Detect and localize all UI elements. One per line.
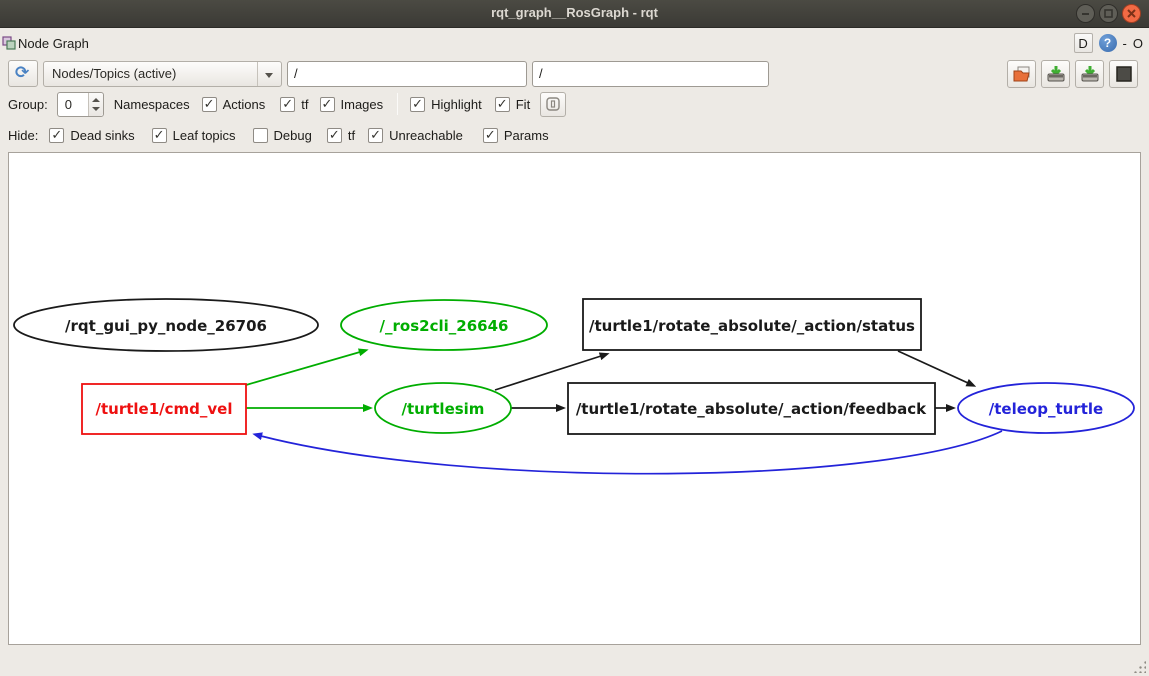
refresh-button[interactable] bbox=[8, 60, 38, 87]
hide-label: Hide: bbox=[8, 128, 38, 143]
plugin-title: Node Graph bbox=[18, 36, 89, 51]
checkbox-tf[interactable]: tf bbox=[280, 97, 308, 112]
save-image-button[interactable] bbox=[1075, 60, 1104, 88]
svg-text:/teleop_turtle: /teleop_turtle bbox=[989, 400, 1103, 418]
close-icon[interactable] bbox=[1122, 4, 1141, 23]
debug-checkbox[interactable] bbox=[253, 128, 268, 143]
spinner-arrows-icon[interactable] bbox=[88, 93, 103, 116]
checkbox-unreachable[interactable]: Unreachable bbox=[368, 128, 463, 143]
node-ros2cli[interactable]: /_ros2cli_26646 bbox=[341, 300, 547, 350]
resize-grip[interactable] bbox=[1133, 660, 1146, 673]
checkbox-params[interactable]: Params bbox=[483, 128, 549, 143]
main-toolbar: Nodes/Topics (active) bbox=[0, 58, 1149, 89]
node-graph-svg: /rqt_gui_py_node_26706 /_ros2cli_26646 /… bbox=[9, 153, 1140, 644]
svg-text:/turtle1/cmd_vel: /turtle1/cmd_vel bbox=[96, 400, 233, 418]
node-graph-icon bbox=[2, 36, 16, 53]
plugin-bar: Node Graph D ? - O bbox=[0, 29, 1149, 58]
checkbox-actions[interactable]: Actions bbox=[202, 97, 266, 112]
checkbox-images[interactable]: Images bbox=[320, 97, 384, 112]
edge-status-to-teleop bbox=[898, 351, 968, 383]
checkbox-highlight[interactable]: Highlight bbox=[410, 97, 482, 112]
hide-toolbar: Hide: Dead sinks Leaf topics Debug tf Un… bbox=[0, 120, 1149, 150]
svg-text:/turtle1/rotate_absolute/_acti: /turtle1/rotate_absolute/_action/status bbox=[589, 317, 915, 335]
actions-checkbox[interactable] bbox=[202, 97, 217, 112]
svg-text:/turtlesim: /turtlesim bbox=[402, 400, 485, 418]
edge-cmdvel-to-ros2cli bbox=[246, 352, 360, 385]
save-dot-button[interactable] bbox=[1041, 60, 1070, 88]
node-rotate-absolute-status[interactable]: /turtle1/rotate_absolute/_action/status bbox=[583, 299, 921, 350]
dock-close-button[interactable]: O bbox=[1133, 36, 1143, 51]
fit-in-view-button[interactable] bbox=[540, 92, 566, 117]
svg-text:/turtle1/rotate_absolute/_acti: /turtle1/rotate_absolute/_action/feedbac… bbox=[576, 400, 927, 418]
toolbar-separator bbox=[397, 93, 398, 115]
save-as-image-icon bbox=[1081, 65, 1099, 82]
checkbox-debug[interactable]: Debug bbox=[253, 128, 312, 143]
leaf-topics-checkbox[interactable] bbox=[152, 128, 167, 143]
node-turtlesim[interactable]: /turtlesim bbox=[375, 383, 511, 433]
group-spinner[interactable]: 0 bbox=[57, 92, 104, 117]
open-folder-icon bbox=[1013, 66, 1031, 82]
window-controls bbox=[1076, 4, 1141, 23]
titlebar: rqt_graph__RosGraph - rqt bbox=[0, 0, 1149, 28]
node-filter-input[interactable] bbox=[287, 61, 527, 87]
group-label: Group: bbox=[8, 97, 48, 112]
help-icon[interactable]: ? bbox=[1099, 34, 1117, 52]
hide-tf-checkbox[interactable] bbox=[327, 128, 342, 143]
screenshot-button[interactable] bbox=[1109, 60, 1138, 88]
dark-square-icon bbox=[1116, 66, 1132, 82]
fit-checkbox[interactable] bbox=[495, 97, 510, 112]
fit-view-icon bbox=[546, 97, 560, 111]
node-teleop-turtle[interactable]: /teleop_turtle bbox=[958, 383, 1134, 433]
dock-controls: D ? - O bbox=[1074, 33, 1143, 53]
maximize-icon[interactable] bbox=[1099, 4, 1118, 23]
group-value: 0 bbox=[65, 97, 72, 112]
graph-canvas[interactable]: /rqt_gui_py_node_26706 /_ros2cli_26646 /… bbox=[8, 152, 1141, 645]
node-cmd-vel[interactable]: /turtle1/cmd_vel bbox=[82, 384, 246, 434]
checkbox-dead-sinks[interactable]: Dead sinks bbox=[49, 128, 134, 143]
namespaces-label: Namespaces bbox=[114, 97, 190, 112]
dock-minimize-button[interactable]: - bbox=[1123, 36, 1127, 51]
graph-type-value: Nodes/Topics (active) bbox=[52, 66, 176, 81]
unreachable-checkbox[interactable] bbox=[368, 128, 383, 143]
window-title: rqt_graph__RosGraph - rqt bbox=[0, 5, 1149, 20]
checkbox-fit[interactable]: Fit bbox=[495, 97, 530, 112]
dock-d-button[interactable]: D bbox=[1074, 33, 1093, 53]
chevron-down-icon bbox=[257, 62, 281, 86]
minimize-icon[interactable] bbox=[1076, 4, 1095, 23]
node-rotate-absolute-feedback[interactable]: /turtle1/rotate_absolute/_action/feedbac… bbox=[568, 383, 935, 434]
tf-checkbox[interactable] bbox=[280, 97, 295, 112]
graph-type-select[interactable]: Nodes/Topics (active) bbox=[43, 61, 282, 87]
svg-text:/_ros2cli_26646: /_ros2cli_26646 bbox=[380, 317, 509, 335]
checkbox-leaf-topics[interactable]: Leaf topics bbox=[152, 128, 236, 143]
checkbox-hide-tf[interactable]: tf bbox=[327, 128, 355, 143]
topic-filter-input[interactable] bbox=[532, 61, 769, 87]
params-checkbox[interactable] bbox=[483, 128, 498, 143]
svg-text:/rqt_gui_py_node_26706: /rqt_gui_py_node_26706 bbox=[65, 317, 267, 335]
options-toolbar: Group: 0 Namespaces Actions tf Images Hi… bbox=[0, 89, 1149, 119]
rqt-window: rqt_graph__RosGraph - rqt Node Graph D ?… bbox=[0, 0, 1149, 676]
images-checkbox[interactable] bbox=[320, 97, 335, 112]
dead-sinks-checkbox[interactable] bbox=[49, 128, 64, 143]
highlight-checkbox[interactable] bbox=[410, 97, 425, 112]
load-dot-button[interactable] bbox=[1007, 60, 1036, 88]
node-rqt-gui-py-node[interactable]: /rqt_gui_py_node_26706 bbox=[14, 299, 318, 351]
save-icon bbox=[1047, 65, 1065, 82]
edge-teleop-to-cmdvel bbox=[261, 431, 1002, 474]
